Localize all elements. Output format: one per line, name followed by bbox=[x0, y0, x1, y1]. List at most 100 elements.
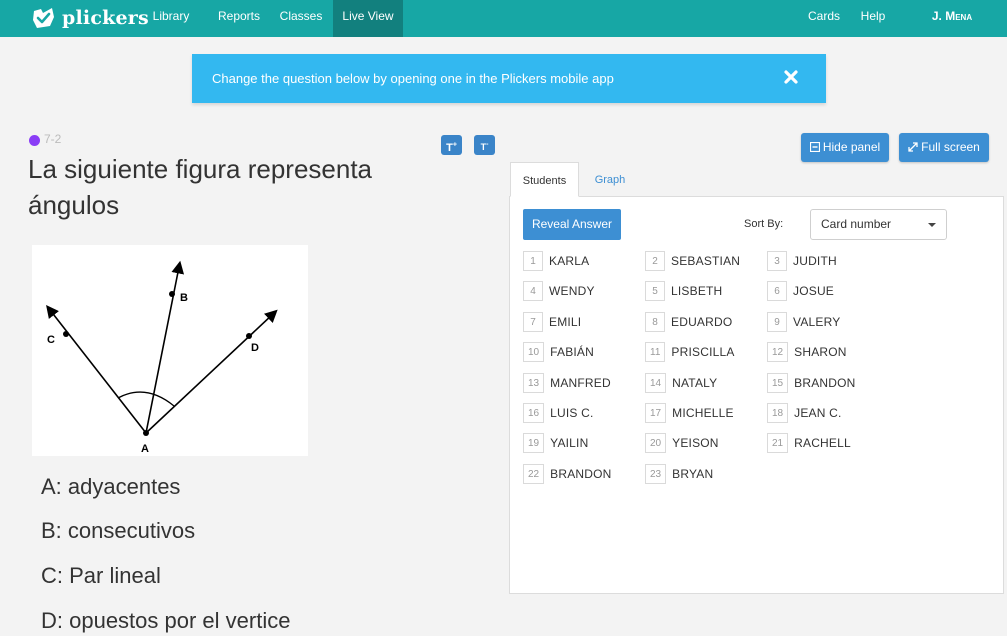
student-item[interactable]: 8 EDUARDO bbox=[645, 311, 733, 332]
student-name: BRANDON bbox=[550, 466, 612, 481]
tab-graph[interactable]: Graph bbox=[582, 162, 638, 197]
reveal-answer-button[interactable]: Reveal Answer bbox=[523, 209, 621, 240]
choice-b: B: consecutivos bbox=[41, 518, 196, 543]
nav-reports[interactable]: Reports bbox=[214, 0, 264, 37]
student-item[interactable]: 10 FABIÁN bbox=[523, 342, 595, 363]
student-name: VALERY bbox=[793, 314, 841, 329]
student-name: PRISCILLA bbox=[671, 345, 735, 360]
student-card-number: 15 bbox=[767, 372, 789, 393]
student-card-number: 14 bbox=[645, 372, 667, 393]
student-name: YEISON bbox=[672, 436, 719, 451]
student-name: BRYAN bbox=[672, 466, 714, 481]
student-card-number: 20 bbox=[645, 433, 667, 454]
student-card-number: 11 bbox=[645, 342, 666, 363]
student-card-number: 18 bbox=[767, 403, 789, 423]
student-item[interactable]: 5 LISBETH bbox=[645, 281, 723, 302]
nav-cards[interactable]: Cards bbox=[806, 0, 842, 37]
student-item[interactable]: 11 PRISCILLA bbox=[645, 342, 735, 363]
student-item[interactable]: 2 SEBASTIAN bbox=[645, 251, 740, 271]
student-item[interactable]: 18 JEAN C. bbox=[767, 403, 842, 423]
student-card-number: 22 bbox=[523, 463, 545, 484]
student-name: BRANDON bbox=[794, 375, 856, 390]
student-item[interactable]: 7 EMILI bbox=[523, 311, 581, 332]
figure-label-a: A bbox=[141, 443, 149, 455]
student-card-number: 10 bbox=[523, 342, 545, 363]
nav-live-view[interactable]: Live View bbox=[333, 0, 403, 37]
nav-user-menu[interactable]: J. Mena bbox=[922, 0, 982, 37]
student-item[interactable]: 1 KARLA bbox=[523, 251, 589, 271]
figure-label-b: B bbox=[180, 292, 188, 304]
sort-select[interactable]: Card number bbox=[810, 209, 947, 240]
student-name: EDUARDO bbox=[671, 314, 733, 329]
student-item[interactable]: 6 JOSUE bbox=[767, 281, 834, 302]
close-icon[interactable] bbox=[782, 68, 800, 86]
student-card-number: 2 bbox=[645, 251, 665, 271]
class-name: 7-2 bbox=[44, 132, 62, 146]
student-item[interactable]: 16 LUIS C. bbox=[523, 403, 594, 423]
increase-text-size-button[interactable]: T+ bbox=[441, 135, 462, 155]
student-name: LISBETH bbox=[671, 284, 723, 299]
student-name: JUDITH bbox=[793, 254, 837, 268]
top-navbar: plickers Library Reports Classes Live Vi… bbox=[0, 0, 1007, 37]
student-item[interactable]: 12 SHARON bbox=[767, 342, 847, 363]
choice-a: A: adyacentes bbox=[41, 474, 181, 499]
sort-select-value: Card number bbox=[821, 217, 892, 231]
student-item[interactable]: 4 WENDY bbox=[523, 281, 595, 302]
student-item[interactable]: 21 RACHELL bbox=[767, 433, 851, 454]
student-item[interactable]: 13 MANFRED bbox=[523, 372, 611, 393]
figure-label-c: C bbox=[47, 334, 55, 346]
student-item[interactable]: 3 JUDITH bbox=[767, 251, 837, 271]
decrease-text-size-button[interactable]: T- bbox=[474, 135, 495, 155]
hide-panel-button[interactable]: Hide panel bbox=[801, 133, 889, 162]
plickers-logo[interactable]: plickers bbox=[32, 4, 149, 32]
student-item[interactable]: 9 VALERY bbox=[767, 311, 841, 332]
student-card-number: 1 bbox=[523, 251, 543, 271]
student-card-number: 13 bbox=[523, 372, 545, 393]
student-name: MANFRED bbox=[550, 375, 611, 390]
nav-library[interactable]: Library bbox=[147, 0, 195, 37]
student-name: KARLA bbox=[549, 254, 590, 268]
student-name: RACHELL bbox=[794, 436, 851, 451]
student-item[interactable]: 20 YEISON bbox=[645, 433, 719, 454]
increase-text-size-icon: T+ bbox=[446, 141, 457, 154]
student-name: NATALY bbox=[672, 375, 718, 390]
student-item[interactable]: 14 NATALY bbox=[645, 372, 718, 393]
question-figure: A B C D bbox=[32, 245, 308, 456]
hide-panel-label: Hide panel bbox=[822, 140, 881, 154]
student-name: SHARON bbox=[794, 345, 847, 360]
student-card-number: 23 bbox=[645, 463, 667, 484]
sort-by-label: Sort By: bbox=[744, 218, 784, 230]
choice-d: D: opuestos por el vertice bbox=[41, 608, 291, 633]
student-card-number: 8 bbox=[645, 311, 665, 332]
student-name: WENDY bbox=[549, 284, 595, 299]
student-card-number: 3 bbox=[767, 251, 787, 271]
student-item[interactable]: 17 MICHELLE bbox=[645, 403, 734, 423]
info-banner: Change the question below by opening one… bbox=[192, 54, 826, 103]
student-name: FABIÁN bbox=[550, 345, 595, 360]
student-item[interactable]: 22 BRANDON bbox=[523, 463, 612, 484]
student-card-number: 4 bbox=[523, 281, 543, 302]
banner-message: Change the question below by opening one… bbox=[212, 71, 614, 86]
student-name: SEBASTIAN bbox=[671, 254, 741, 268]
figure-label-d: D bbox=[251, 342, 259, 354]
student-card-number: 12 bbox=[767, 342, 789, 363]
student-card-number: 21 bbox=[767, 433, 789, 454]
choice-c: C: Par lineal bbox=[41, 563, 161, 588]
tab-students[interactable]: Students bbox=[510, 162, 579, 197]
nav-classes[interactable]: Classes bbox=[278, 0, 324, 37]
brand-name: plickers bbox=[62, 7, 149, 29]
student-item[interactable]: 19 YAILIN bbox=[523, 433, 588, 454]
nav-help[interactable]: Help bbox=[857, 0, 889, 37]
student-name: LUIS C. bbox=[550, 406, 594, 420]
student-card-number: 17 bbox=[645, 403, 667, 423]
question-text: La siguiente figura representa ángulos bbox=[28, 154, 373, 220]
student-card-number: 5 bbox=[645, 281, 665, 302]
decrease-text-size-icon: T- bbox=[480, 141, 489, 152]
student-item[interactable]: 15 BRANDON bbox=[767, 372, 856, 393]
student-card-number: 19 bbox=[523, 433, 545, 454]
chevron-down-icon bbox=[928, 223, 936, 227]
student-item[interactable]: 23 BRYAN bbox=[645, 463, 714, 484]
minus-square-icon bbox=[809, 142, 820, 152]
plickers-logo-icon bbox=[33, 8, 54, 28]
full-screen-button[interactable]: Full screen bbox=[899, 133, 989, 162]
